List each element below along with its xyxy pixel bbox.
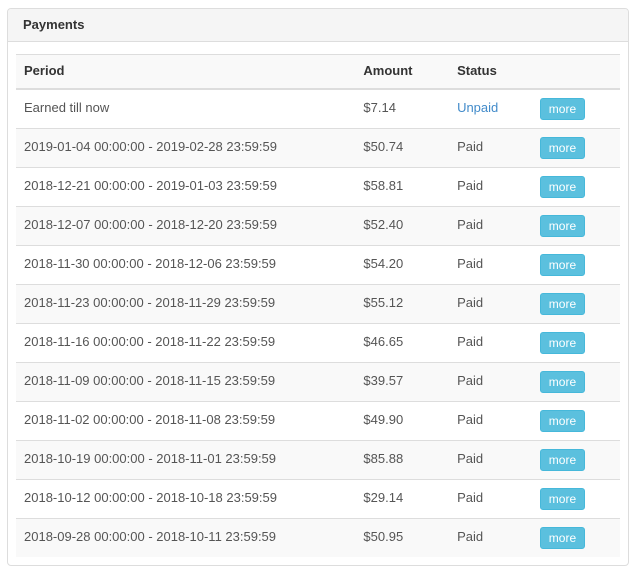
amount-cell: $54.20 [355,244,450,285]
amount-cell: $46.65 [355,322,450,363]
more-button[interactable]: more [539,370,586,393]
status-cell: Paid [449,166,532,207]
more-button[interactable]: more [539,487,586,510]
table-row: 2018-11-16 00:00:00 - 2018-11-22 23:59:5… [16,322,620,363]
status-cell: Paid [449,283,532,324]
payments-panel: Payments Period Amount Status Earned til… [7,8,629,566]
more-button[interactable]: more [539,253,586,276]
status-cell: Paid [449,322,532,363]
more-button[interactable]: more [539,175,586,198]
period-cell: 2018-11-23 00:00:00 - 2018-11-29 23:59:5… [16,283,356,324]
action-cell: more [531,283,620,324]
more-button[interactable]: more [539,448,586,471]
period-cell: 2018-09-28 00:00:00 - 2018-10-11 23:59:5… [16,517,356,557]
amount-cell: $55.12 [355,283,450,324]
table-row: 2018-11-30 00:00:00 - 2018-12-06 23:59:5… [16,244,620,285]
status-text: Paid [457,334,484,350]
action-cell: more [531,439,620,480]
panel-title: Payments [23,17,85,32]
amount-cell: $7.14 [355,88,450,129]
action-cell: more [531,205,620,246]
status-text: Paid [457,295,484,311]
status-cell: Paid [449,127,532,168]
table-row: 2018-12-07 00:00:00 - 2018-12-20 23:59:5… [16,205,620,246]
table-row: 2018-11-23 00:00:00 - 2018-11-29 23:59:5… [16,283,620,324]
table-header-row: Period Amount Status [16,53,620,90]
amount-cell: $50.95 [355,517,450,557]
table-row: 2018-09-28 00:00:00 - 2018-10-11 23:59:5… [16,517,620,557]
action-cell: more [531,517,620,557]
status-cell: Paid [449,205,532,246]
table-row: 2018-12-21 00:00:00 - 2019-01-03 23:59:5… [16,166,620,207]
period-cell: 2018-12-07 00:00:00 - 2018-12-20 23:59:5… [16,205,356,246]
table-row: 2018-10-12 00:00:00 - 2018-10-18 23:59:5… [16,478,620,519]
amount-cell: $52.40 [355,205,450,246]
status-text: Paid [457,139,484,155]
status-cell: Paid [449,361,532,402]
status-cell: Paid [449,517,532,557]
period-cell: 2018-12-21 00:00:00 - 2019-01-03 23:59:5… [16,166,356,207]
more-button[interactable]: more [539,331,586,354]
amount-cell: $39.57 [355,361,450,402]
more-button[interactable]: more [539,97,586,120]
status-text: Paid [457,451,484,467]
more-button[interactable]: more [539,292,586,315]
period-cell: 2018-11-09 00:00:00 - 2018-11-15 23:59:5… [16,361,356,402]
status-cell: Paid [449,478,532,519]
panel-heading: Payments [8,9,628,42]
action-cell: more [531,478,620,519]
more-button[interactable]: more [539,214,586,237]
status-text[interactable]: Unpaid [457,100,498,115]
status-cell: Paid [449,244,532,285]
status-cell: Paid [449,439,532,480]
status-text: Paid [457,217,484,233]
amount-cell: $58.81 [355,166,450,207]
column-header-amount: Amount [355,53,450,90]
payments-table: Period Amount Status Earned till now $7.… [16,53,620,557]
table-row: 2018-11-02 00:00:00 - 2018-11-08 23:59:5… [16,400,620,441]
action-cell: more [531,127,620,168]
status-text: Paid [457,529,484,545]
action-cell: more [531,361,620,402]
more-button[interactable]: more [539,526,586,549]
column-header-period: Period [16,53,356,90]
period-cell: 2018-11-30 00:00:00 - 2018-12-06 23:59:5… [16,244,356,285]
column-header-status: Status [449,53,532,90]
status-cell: Paid [449,400,532,441]
panel-body: Period Amount Status Earned till now $7.… [8,42,628,565]
period-cell: 2018-11-16 00:00:00 - 2018-11-22 23:59:5… [16,322,356,363]
table-row: Earned till now $7.14 Unpaid more [16,88,620,129]
amount-cell: $50.74 [355,127,450,168]
status-text: Paid [457,412,484,428]
action-cell: more [531,88,620,129]
table-row: 2018-11-09 00:00:00 - 2018-11-15 23:59:5… [16,361,620,402]
amount-cell: $85.88 [355,439,450,480]
period-cell: 2018-11-02 00:00:00 - 2018-11-08 23:59:5… [16,400,356,441]
action-cell: more [531,322,620,363]
status-text: Paid [457,490,484,506]
period-cell: 2019-01-04 00:00:00 - 2019-02-28 23:59:5… [16,127,356,168]
amount-cell: $49.90 [355,400,450,441]
status-text: Paid [457,178,484,194]
action-cell: more [531,400,620,441]
table-row: 2018-10-19 00:00:00 - 2018-11-01 23:59:5… [16,439,620,480]
column-header-action [531,53,620,90]
action-cell: more [531,166,620,207]
status-text: Paid [457,373,484,389]
more-button[interactable]: more [539,409,586,432]
action-cell: more [531,244,620,285]
status-cell: Unpaid [449,88,532,129]
amount-cell: $29.14 [355,478,450,519]
period-cell: Earned till now [16,88,356,129]
period-cell: 2018-10-12 00:00:00 - 2018-10-18 23:59:5… [16,478,356,519]
table-row: 2019-01-04 00:00:00 - 2019-02-28 23:59:5… [16,127,620,168]
period-cell: 2018-10-19 00:00:00 - 2018-11-01 23:59:5… [16,439,356,480]
more-button[interactable]: more [539,136,586,159]
status-text: Paid [457,256,484,272]
